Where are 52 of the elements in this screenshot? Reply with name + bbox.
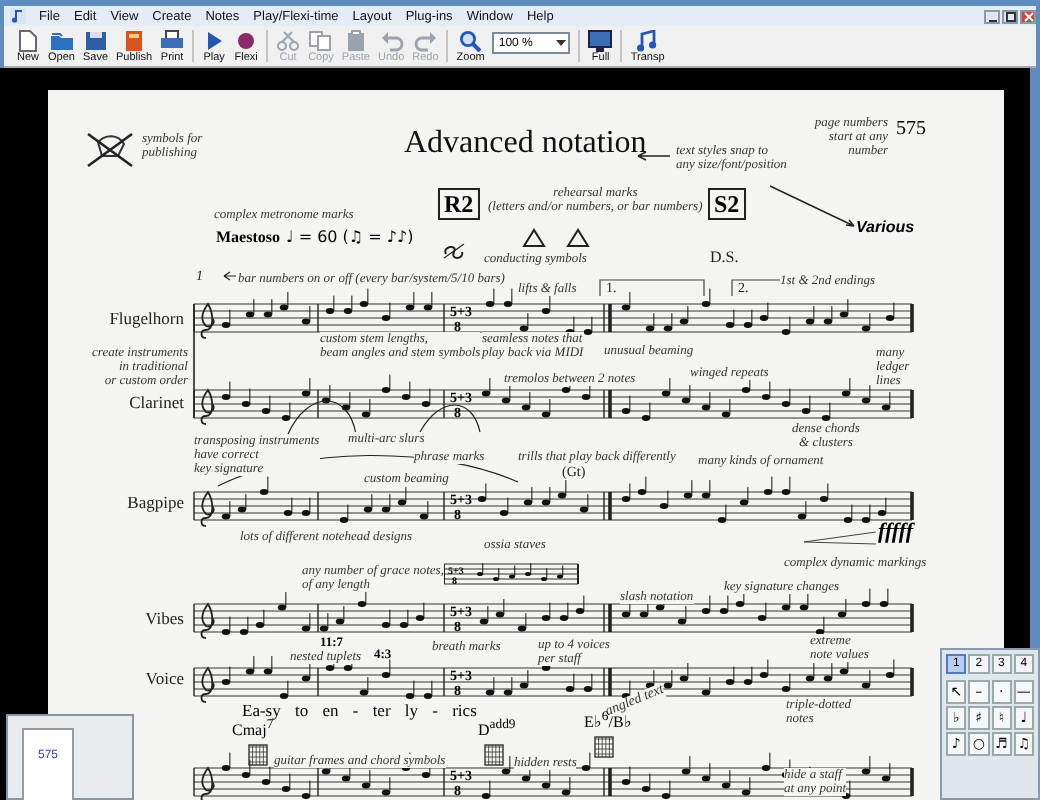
instrument-name: Vibes — [145, 610, 184, 627]
redo-icon — [413, 29, 438, 51]
treble-clef-icon — [200, 303, 215, 339]
repeat-marking: D.S. — [710, 250, 739, 266]
ending-bracket — [599, 279, 705, 297]
hairpin — [803, 531, 877, 545]
treble-clef-icon — [200, 767, 215, 800]
treble-clef-icon — [200, 667, 215, 703]
chord-grid-icon — [594, 736, 614, 758]
metronome-mark: ♩ = 60 (♫ = ♪♪) — [286, 230, 414, 246]
leader-arrow — [769, 185, 855, 227]
tempo-marking: Maestoso — [216, 230, 280, 246]
treble-clef-icon — [200, 389, 215, 425]
score-title: Advanced notation — [404, 128, 647, 160]
folder-icon — [49, 29, 74, 51]
expression-text: Various — [856, 220, 915, 236]
close-icon — [1023, 11, 1033, 21]
treble-clef-icon — [200, 603, 215, 639]
segno-icon — [443, 243, 465, 259]
undo-icon — [379, 29, 404, 51]
crossed-out-icon — [84, 130, 136, 170]
dynamic-marking: fffff — [878, 522, 914, 544]
instrument-name: Bagpipe — [127, 494, 184, 511]
note-icon — [635, 29, 660, 51]
clipboard-icon — [343, 29, 368, 51]
leader-arrow — [223, 271, 237, 281]
document-icon — [122, 29, 147, 51]
lyrics-text: Ea-sy to en - ter ly - rics — [242, 702, 477, 719]
instrument-name: Flugelhorn — [109, 310, 184, 327]
monitor-icon — [588, 29, 613, 51]
triangle-icon — [566, 228, 590, 247]
maximize-icon — [1005, 11, 1015, 21]
system-bracket — [193, 303, 195, 419]
dot-icon — [234, 29, 259, 51]
page-number: 575 — [896, 120, 926, 140]
treble-clef-icon — [200, 491, 215, 527]
rehearsal-mark: S2 — [708, 188, 746, 220]
caret-icon — [556, 39, 567, 47]
rehearsal-mark: R2 — [438, 188, 480, 220]
chord-symbol: D$^{add9}$ — [478, 720, 516, 740]
leader-arrow — [637, 151, 671, 161]
search-icon — [458, 29, 483, 51]
maximize-button[interactable] — [1002, 9, 1018, 23]
instrument-name: Voice — [145, 670, 184, 687]
triangle-icon — [522, 228, 546, 247]
minimize-button[interactable] — [984, 9, 1000, 23]
close-button[interactable] — [1020, 9, 1036, 23]
printer-icon — [160, 29, 185, 51]
chord-symbol: Cmaj$^{7}$ — [232, 720, 274, 740]
copy-icon — [308, 29, 333, 51]
scissors-icon — [276, 29, 301, 51]
instrument-name: Clarinet — [129, 394, 184, 411]
